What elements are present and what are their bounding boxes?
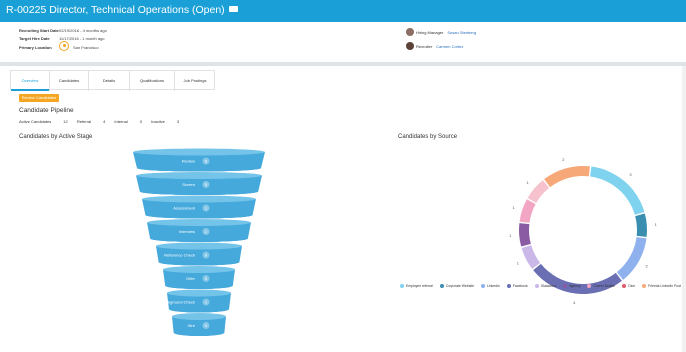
hiring-manager-avatar bbox=[406, 28, 414, 36]
donut-slice[interactable] bbox=[616, 237, 647, 280]
donut-slice-label: 1 bbox=[526, 180, 529, 185]
legend-dot bbox=[622, 284, 627, 288]
donut-slice[interactable] bbox=[533, 263, 622, 295]
legend-dot bbox=[480, 284, 485, 288]
legend-dot bbox=[642, 284, 647, 288]
recruiter-avatar bbox=[406, 42, 414, 50]
legend-dot bbox=[506, 284, 511, 288]
donut-slice[interactable] bbox=[635, 213, 647, 237]
legend-item[interactable]: Agency bbox=[563, 284, 580, 288]
legend-dot bbox=[563, 284, 568, 288]
donut-slice[interactable] bbox=[527, 180, 550, 203]
legend-dot bbox=[587, 284, 592, 288]
message-icon[interactable] bbox=[228, 6, 238, 12]
legend-item[interactable]: Career Builder bbox=[587, 284, 615, 288]
donut-slice-label: 2 bbox=[645, 263, 648, 268]
hiring-manager-link[interactable]: Susan Stenberg bbox=[447, 30, 476, 35]
donut-slice-label: 1 bbox=[655, 222, 658, 227]
legend-item[interactable]: LinkedIn bbox=[480, 284, 500, 288]
legend-label: Facebook bbox=[512, 284, 528, 288]
donut-slice[interactable] bbox=[544, 166, 590, 188]
legend-label: Agency bbox=[569, 284, 581, 288]
location-pin-icon bbox=[59, 41, 69, 51]
legend-item[interactable]: Friends LinkedIn Post bbox=[642, 284, 681, 288]
legend-label: LinkedIn bbox=[486, 284, 500, 288]
source-donut-chart: 3 1 2 4 1 1 1 1 2 bbox=[509, 157, 658, 305]
legend-dot bbox=[400, 284, 404, 288]
donut-slice-label: 1 bbox=[509, 233, 512, 238]
donut-slice-label: 1 bbox=[513, 205, 516, 210]
legend-label: Corporate Website bbox=[445, 284, 474, 288]
recruiter-link[interactable]: Carmen Cortez bbox=[436, 44, 463, 49]
legend-label: Dice bbox=[628, 284, 636, 288]
legend-item[interactable]: Glassdoor bbox=[534, 284, 557, 288]
donut-slice[interactable] bbox=[519, 199, 536, 223]
legend-label: Friends LinkedIn Post bbox=[648, 284, 681, 288]
job-header: R-00225 Director, Technical Operations (… bbox=[0, 0, 686, 22]
donut-slice[interactable] bbox=[521, 245, 541, 269]
donut-slice[interactable] bbox=[590, 166, 645, 215]
page-scrollbar[interactable] bbox=[682, 66, 686, 352]
source-legend: Employee referral Corporate Website Linked… bbox=[400, 284, 686, 288]
legend-item[interactable]: Facebook bbox=[506, 284, 528, 288]
legend-dot bbox=[534, 284, 539, 288]
legend-item[interactable]: Dice bbox=[622, 284, 635, 288]
donut-slice-label: 4 bbox=[573, 300, 576, 305]
legend-dot bbox=[439, 284, 444, 288]
legend-label: Glassdoor bbox=[540, 284, 557, 288]
job-info-panel: Recruiting Start Date 02/19/2016 - 4 mon… bbox=[0, 22, 686, 62]
job-title: R-00225 Director, Technical Operations (… bbox=[6, 4, 238, 16]
legend-item[interactable]: Corporate Website bbox=[439, 284, 474, 288]
donut-slice-label: 2 bbox=[562, 157, 565, 162]
donut-slice-label: 3 bbox=[629, 172, 632, 177]
legend-label: Employee referral bbox=[406, 284, 433, 288]
recruiter: Recruiter Carmen Cortez bbox=[416, 44, 464, 49]
donut-slice-label: 1 bbox=[517, 260, 520, 265]
main-content: Overview Candidates Details Qualificatio… bbox=[0, 66, 686, 352]
donut-slice[interactable] bbox=[518, 223, 531, 247]
legend-label: Career Builder bbox=[593, 284, 616, 288]
hiring-manager: Hiring Manager Susan Stenberg bbox=[416, 30, 477, 35]
location-link[interactable]: San Francisco bbox=[73, 45, 99, 50]
legend-item[interactable]: Employee referral bbox=[400, 284, 433, 288]
